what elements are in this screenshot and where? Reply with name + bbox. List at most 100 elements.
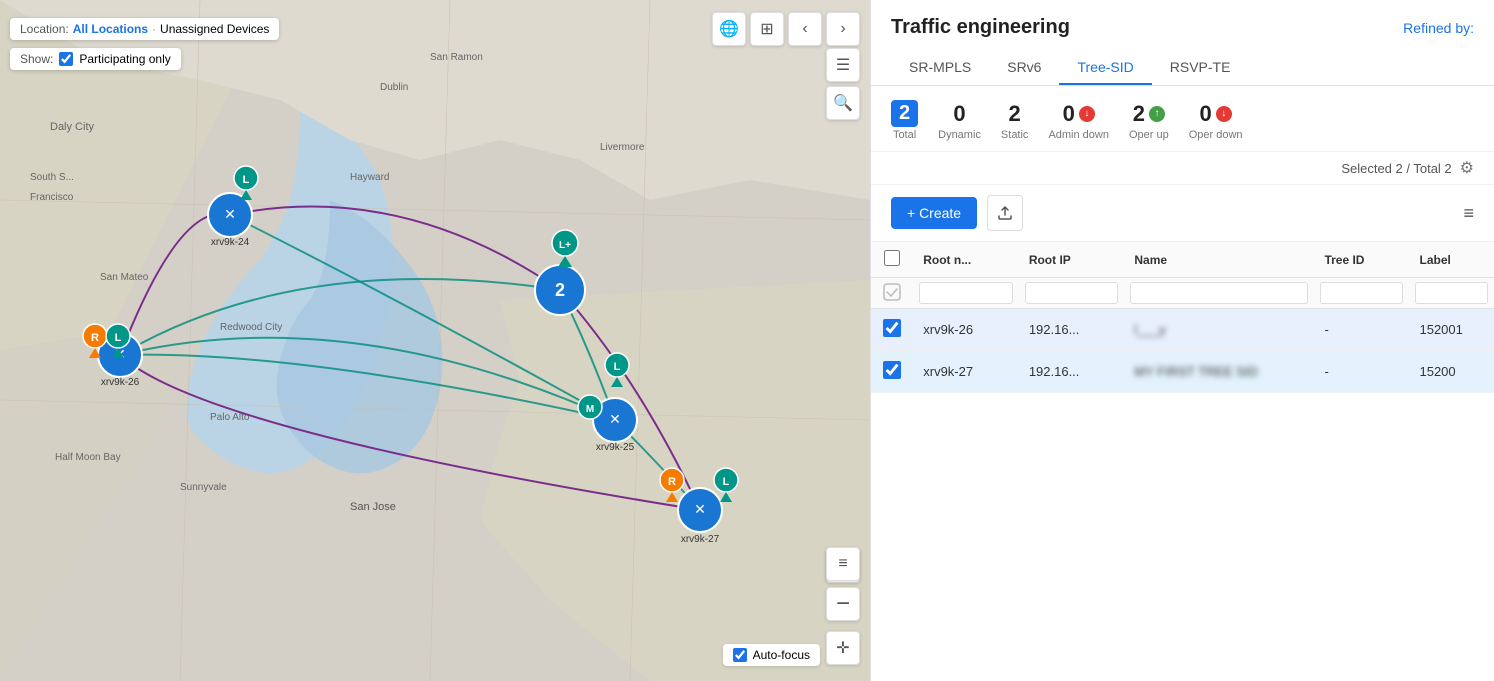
th-check (871, 242, 913, 278)
svg-text:xrv9k-25: xrv9k-25 (596, 442, 635, 453)
svg-text:San Mateo: San Mateo (100, 272, 149, 283)
svg-text:Francisco: Francisco (30, 192, 74, 203)
show-value: Participating only (79, 52, 170, 66)
location-value[interactable]: All Locations (73, 22, 148, 36)
stat-admin-down-value: 0 (1063, 101, 1075, 127)
row2-checkbox[interactable] (883, 361, 901, 379)
svg-text:South S...: South S... (30, 172, 74, 183)
filter-name-input[interactable] (1130, 282, 1308, 304)
filter-root-node-input[interactable] (919, 282, 1013, 304)
filter-root-ip[interactable] (1019, 278, 1125, 309)
svg-text:L+: L+ (559, 240, 571, 251)
layers-button[interactable]: ☰ (826, 48, 860, 82)
svg-text:Dublin: Dublin (380, 82, 408, 93)
row2-check-cell[interactable] (871, 351, 913, 393)
row1-tree-id: - (1314, 309, 1409, 351)
stat-admin-down-row: 0 ↓ (1063, 101, 1095, 127)
svg-text:L: L (243, 174, 250, 186)
svg-text:Half Moon Bay: Half Moon Bay (55, 452, 121, 463)
stat-dynamic-label: Dynamic (938, 129, 981, 141)
svg-text:Redwood City: Redwood City (220, 322, 282, 333)
settings-icon[interactable]: ⚙ (1460, 158, 1474, 178)
right-panel: Traffic engineering Refined by: SR-MPLS … (870, 0, 1494, 681)
move-button[interactable]: ✛ (826, 631, 860, 665)
filter-icon[interactable]: ≡ (1463, 203, 1474, 224)
svg-text:L: L (115, 332, 122, 344)
show-checkbox[interactable] (59, 52, 73, 66)
filter-check-cell (871, 278, 913, 309)
filter-root-node[interactable] (913, 278, 1019, 309)
refined-by[interactable]: Refined by: (1403, 20, 1474, 36)
panel-title: Traffic engineering (891, 16, 1070, 39)
admin-down-icon: ↓ (1079, 106, 1095, 122)
table-header-row: Root n... Root IP Name Tree ID Label (871, 242, 1494, 278)
next-button[interactable]: › (826, 12, 860, 46)
tab-sr-mpls[interactable]: SR-MPLS (891, 51, 989, 85)
stat-static-label: Static (1001, 129, 1029, 141)
oper-down-icon: ↓ (1216, 106, 1232, 122)
panel-header: Traffic engineering Refined by: SR-MPLS … (871, 0, 1494, 86)
auto-focus-checkbox[interactable] (733, 648, 747, 662)
svg-text:xrv9k-26: xrv9k-26 (101, 377, 140, 388)
topology-button[interactable]: ⊞ (750, 12, 784, 46)
svg-text:R: R (91, 332, 99, 344)
stat-oper-up-label: Oper up (1129, 129, 1169, 141)
list-view-button[interactable]: ≡ (826, 547, 860, 581)
header-row: Traffic engineering Refined by: (891, 16, 1474, 39)
svg-text:2: 2 (555, 280, 565, 300)
stat-dynamic: 0 Dynamic (938, 101, 981, 141)
filter-name[interactable] (1124, 278, 1314, 309)
stat-admin-down: 0 ↓ Admin down (1048, 101, 1109, 141)
prev-button[interactable]: ‹ (788, 12, 822, 46)
table-row[interactable]: xrv9k-27 192.16... MY FIRST TREE SID - 1… (871, 351, 1494, 393)
svg-text:✕: ✕ (694, 501, 706, 517)
stat-admin-down-label: Admin down (1048, 129, 1109, 141)
search-button[interactable]: 🔍 (826, 86, 860, 120)
action-bar: + Create ≡ (871, 185, 1494, 242)
oper-up-icon: ↑ (1149, 106, 1165, 122)
svg-text:Daly City: Daly City (50, 121, 95, 133)
export-button[interactable] (987, 195, 1023, 231)
th-root-ip: Root IP (1019, 242, 1125, 278)
tab-srv6[interactable]: SRv6 (989, 51, 1059, 85)
stat-oper-up-row: 2 ↑ (1133, 101, 1165, 127)
row1-label: 152001 (1409, 309, 1494, 351)
location-extra[interactable]: Unassigned Devices (160, 22, 269, 36)
th-label: Label (1409, 242, 1494, 278)
row2-root-ip: 192.16... (1019, 351, 1125, 393)
stat-oper-up-value: 2 (1133, 101, 1145, 127)
location-bar: Location: All Locations · Unassigned Dev… (10, 18, 279, 40)
row2-tree-id: - (1314, 351, 1409, 393)
stats-row: 2 Total 0 Dynamic 2 Static 0 ↓ Admin dow… (871, 86, 1494, 152)
th-tree-id: Tree ID (1314, 242, 1409, 278)
select-all-checkbox[interactable] (884, 250, 900, 266)
filter-tree-id-input[interactable] (1320, 282, 1403, 304)
stat-static: 2 Static (1001, 101, 1029, 141)
row1-name: l___y (1124, 309, 1314, 351)
row1-checkbox[interactable] (883, 319, 901, 337)
th-name: Name (1124, 242, 1314, 278)
table-row[interactable]: xrv9k-26 192.16... l___y - 152001 (871, 309, 1494, 351)
stat-total-label: Total (893, 129, 916, 141)
map-toolbar: Location: All Locations · Unassigned Dev… (10, 12, 860, 46)
filter-tree-id[interactable] (1314, 278, 1409, 309)
stat-static-value: 2 (1009, 101, 1021, 127)
svg-text:Hayward: Hayward (350, 172, 389, 183)
globe-button[interactable]: 🌐 (712, 12, 746, 46)
zoom-out-button[interactable]: − (826, 587, 860, 621)
filter-root-ip-input[interactable] (1025, 282, 1119, 304)
row1-check-cell[interactable] (871, 309, 913, 351)
svg-text:xrv9k-24: xrv9k-24 (211, 237, 250, 248)
map-section: Daly City South S... Francisco Dublin Ha… (0, 0, 870, 681)
filter-label-input[interactable] (1415, 282, 1488, 304)
svg-text:Livermore: Livermore (600, 142, 645, 153)
location-sep: · (152, 22, 156, 36)
row2-root-node: xrv9k-27 (913, 351, 1019, 393)
tab-tree-sid[interactable]: Tree-SID (1059, 51, 1151, 85)
create-button[interactable]: + Create (891, 197, 977, 229)
tree-sid-table: Root n... Root IP Name Tree ID Label (871, 242, 1494, 393)
tab-rsvp-te[interactable]: RSVP-TE (1152, 51, 1249, 85)
row1-root-ip: 192.16... (1019, 309, 1125, 351)
stat-total-value: 2 (891, 100, 918, 127)
filter-label[interactable] (1409, 278, 1494, 309)
